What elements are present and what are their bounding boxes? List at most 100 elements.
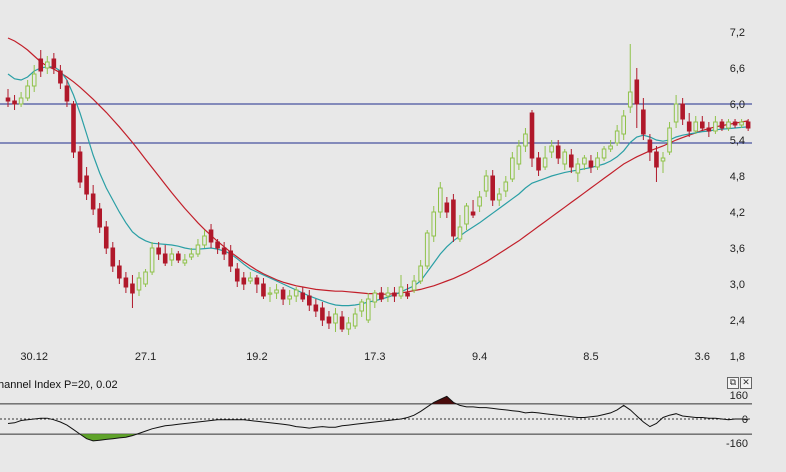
candle [457,215,463,242]
candle-body [182,259,188,264]
candle [25,80,30,101]
candle-body [326,316,332,324]
candle [31,65,37,92]
x-axis-date-label: 19.2 [246,351,267,363]
candle-body [569,154,574,168]
candle-body [739,121,744,126]
candle [654,146,659,182]
candle [215,239,220,254]
candle [339,311,345,332]
candle-body [130,283,135,294]
candle [575,158,581,182]
candle [385,287,391,302]
chart-window: 7,2 6,6 6,0 5,4 4,8 4,2 3,6 3,0 2,4 1,8 30.12 27.1… [0,0,786,467]
candle [97,203,103,233]
candle-body [58,70,63,84]
candle [280,287,286,305]
candle [418,260,423,284]
candle [713,116,718,134]
candle [411,275,417,293]
candle-body [176,253,181,261]
candle [182,254,188,266]
candle [700,116,705,131]
candle-body [477,196,482,207]
indicator-title: hannel Index P=20, 0.02 [0,379,118,391]
candle-body [627,91,633,108]
candle-body [123,277,129,288]
cci-y-tick-label: -160 [726,438,748,450]
price-y-tick-label: 6,6 [730,63,745,75]
candle-body [745,121,751,129]
candle [274,284,279,299]
candle [58,65,63,89]
cci-y-tick-label: 160 [730,390,748,402]
candle-body [300,292,306,300]
candle-body [503,181,509,192]
candle-body [379,292,384,300]
candle [228,245,233,272]
candle-body [202,235,207,246]
candle [352,308,358,329]
candle-body [333,313,338,324]
candle-body [595,157,600,168]
candle [555,140,561,164]
candle [123,272,129,293]
candle-body [562,151,568,165]
candle-body [261,283,266,297]
candle-body [71,103,76,153]
candle-body [719,121,725,129]
candle [503,176,509,197]
candle-body [438,187,443,213]
candle [221,242,227,260]
candle-body [313,304,319,312]
candle-body [136,277,142,291]
candle [660,152,666,173]
candle [470,200,476,218]
candle-body [149,247,155,273]
candle-body [248,277,253,282]
cci-oversold-fill [80,434,137,441]
candle [156,242,161,260]
candle-body [90,193,96,210]
candle-body [523,133,528,147]
x-axis-date-label: 9.4 [472,351,487,363]
candle [614,125,620,146]
candle-body [693,121,699,132]
candle [84,167,89,200]
candle-body [287,295,292,300]
candle [143,269,148,287]
candle [234,263,240,287]
candle-body [451,199,456,237]
close-icon[interactable]: ✕ [740,377,752,389]
candle-body [293,289,299,297]
candle [424,230,430,269]
candle [451,194,456,242]
candle [667,122,672,155]
candle-body [431,211,437,237]
candle [208,224,214,248]
candle [706,122,712,137]
candle-body [97,208,103,228]
maximize-icon[interactable]: ⧉ [727,377,739,389]
candle [365,293,371,323]
candle-body [254,277,260,285]
candle [300,287,306,302]
candle [562,149,568,170]
candle-body [234,268,240,282]
candle-body [274,289,279,294]
candle-body [5,97,11,102]
candle-body [608,145,613,150]
candle [438,182,443,218]
candle [241,272,247,290]
candle [542,146,548,170]
candle-body [169,253,175,261]
candle [693,116,699,134]
candle-body [614,130,620,144]
x-axis-date-label: 8.5 [583,351,598,363]
candle [261,278,266,299]
candle [287,290,292,305]
candle [595,152,600,170]
candle-body [529,112,535,159]
candle-body [267,292,273,295]
candle [307,290,312,311]
